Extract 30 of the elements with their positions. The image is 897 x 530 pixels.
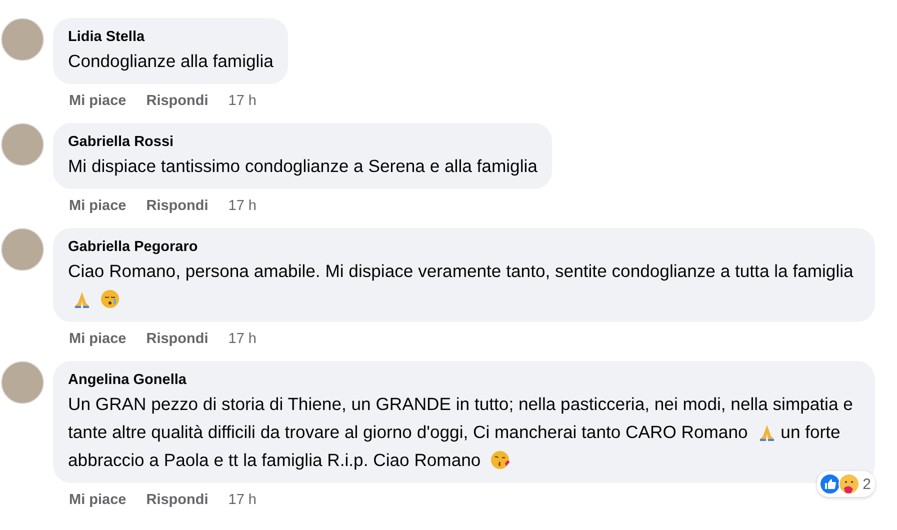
comment-author[interactable]: Angelina Gonella <box>68 370 860 390</box>
like-link[interactable]: Mi piace <box>69 93 126 109</box>
sad-face-icon <box>100 289 120 309</box>
like-link[interactable]: Mi piace <box>69 331 126 347</box>
reactions-badge[interactable]: 2 <box>816 471 875 497</box>
avatar-photo[interactable] <box>1 123 44 166</box>
comment-time: 17 h <box>228 331 256 347</box>
avatar-photo[interactable] <box>1 18 44 61</box>
like-link[interactable]: Mi piace <box>69 492 126 508</box>
reaction-count: 2 <box>862 476 871 492</box>
comment-author[interactable]: Lidia Stella <box>68 27 274 47</box>
comment-time: 17 h <box>228 198 256 214</box>
avatar-photo[interactable] <box>1 228 44 271</box>
comment-text: Mi dispiace tantissimo condoglianze a Serena e alla famiglia <box>68 155 538 178</box>
reply-link[interactable]: Rispondi <box>146 93 208 109</box>
comment-author[interactable]: Gabriella Pegoraro <box>68 237 860 257</box>
comment-text: Ciao Romano, persona amabile. Mi dispiace veramente tanto, sentite condoglianze a tutta la famiglia <box>68 257 860 313</box>
reply-link[interactable]: Rispondi <box>146 331 208 347</box>
avatar-photo[interactable] <box>1 361 44 404</box>
comment-text: Condoglianze alla famiglia <box>68 50 274 73</box>
comment-text: Un GRAN pezzo di storia di Thiene, un GRANDE in tutto; nella pasticceria, nei modi, nella simpatia e tante altre qualità difficili da trovare al giorno d'oggi, Ci mancherai tanto CARO Romano un forte abbraccio a Paola e tt la famiglia R.i.p. Ciao Romano <box>68 393 854 472</box>
reply-link[interactable]: Rispondi <box>146 198 208 214</box>
hugging-face-icon <box>838 473 860 495</box>
like-link[interactable]: Mi piace <box>69 198 126 214</box>
kiss-face-icon <box>490 450 510 470</box>
reply-link[interactable]: Rispondi <box>146 492 208 508</box>
comment-time: 17 h <box>228 492 256 508</box>
comment-time: 17 h <box>228 93 256 109</box>
thumbs-up-icon <box>818 473 841 495</box>
comment-author[interactable]: Gabriella Rossi <box>68 132 538 152</box>
